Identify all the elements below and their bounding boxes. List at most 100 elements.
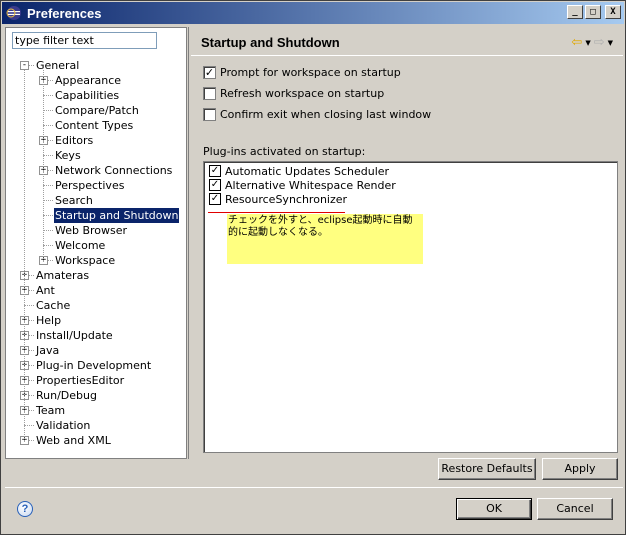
- confirm-exit-checkbox[interactable]: [203, 107, 216, 121]
- tree-item-label: PropertiesEditor: [36, 374, 125, 387]
- annotation-note: チェックを外すと、eclipse起動時に自動的に起動しなくなる。: [227, 214, 423, 264]
- tree-connector: [24, 305, 34, 306]
- tree-item-team[interactable]: + Team: [6, 403, 186, 418]
- prompt-workspace-checkbox[interactable]: ✓: [203, 65, 216, 79]
- tree-item-install-update[interactable]: + Install/Update: [6, 328, 186, 343]
- footer-separator: [5, 487, 623, 488]
- tree-item-plug-in-development[interactable]: + Plug-in Development: [6, 358, 186, 373]
- tree-connector: [43, 245, 53, 246]
- tree-item-editors[interactable]: + Editors: [6, 133, 186, 148]
- tree-item-label: Network Connections: [55, 164, 173, 177]
- plugin-label: ResourceSynchronizer: [225, 192, 348, 206]
- tree-item-amateras[interactable]: + Amateras: [6, 268, 186, 283]
- tree-item-web-browser[interactable]: Web Browser: [6, 223, 186, 238]
- tree-item-run-debug[interactable]: + Run/Debug: [6, 388, 186, 403]
- tree-item-content-types[interactable]: Content Types: [6, 118, 186, 133]
- tree-item-keys[interactable]: Keys: [6, 148, 186, 163]
- chevron-down-icon[interactable]: ▼: [608, 39, 613, 47]
- list-item[interactable]: ✓ ResourceSynchronizer: [209, 192, 347, 206]
- minimize-button[interactable]: _: [567, 5, 583, 19]
- tree-item-appearance[interactable]: + Appearance: [6, 73, 186, 88]
- page-title: Startup and Shutdown: [201, 35, 340, 50]
- confirm-exit-option[interactable]: Confirm exit when closing last window: [203, 106, 431, 122]
- tree-item-label: Editors: [55, 134, 94, 147]
- refresh-workspace-checkbox[interactable]: [203, 86, 216, 100]
- tree-item-label: Compare/Patch: [55, 104, 139, 117]
- close-button[interactable]: X: [605, 5, 621, 19]
- tree-item-label: Team: [36, 404, 66, 417]
- tree-item-search[interactable]: Search: [6, 193, 186, 208]
- apply-button[interactable]: Apply: [542, 458, 618, 480]
- tree-item-cache[interactable]: Cache: [6, 298, 186, 313]
- title-bar[interactable]: Preferences _ □ X: [2, 2, 624, 24]
- tree-item-label: Perspectives: [55, 179, 125, 192]
- filter-input[interactable]: [12, 32, 157, 49]
- plugin-checkbox[interactable]: ✓: [209, 193, 221, 205]
- tree-item-label: General: [36, 59, 80, 72]
- tree-item-startup-and-shutdown[interactable]: Startup and Shutdown: [6, 208, 186, 223]
- window-title: Preferences: [27, 5, 102, 21]
- ok-button[interactable]: OK: [456, 498, 532, 520]
- tree-item-validation[interactable]: Validation: [6, 418, 186, 433]
- prompt-workspace-option[interactable]: ✓ Prompt for workspace on startup: [203, 64, 401, 80]
- preference-page: Startup and Shutdown ⇦ ▼ ⇨ ▼ ✓ Prompt fo…: [191, 27, 623, 480]
- plugin-checkbox[interactable]: ✓: [209, 165, 221, 177]
- tree-item-label: Content Types: [55, 119, 134, 132]
- tree-item-label: Validation: [36, 419, 91, 432]
- tree-connector: [43, 215, 53, 216]
- list-item[interactable]: ✓ Automatic Updates Scheduler: [209, 164, 389, 178]
- refresh-workspace-option[interactable]: Refresh workspace on startup: [203, 85, 384, 101]
- tree-item-workspace[interactable]: + Workspace: [6, 253, 186, 268]
- plugins-label: Plug-ins activated on startup:: [203, 145, 366, 158]
- tree-item-perspectives[interactable]: Perspectives: [6, 178, 186, 193]
- tree-item-label: Search: [55, 194, 93, 207]
- prompt-workspace-label: Prompt for workspace on startup: [220, 65, 401, 79]
- tree-item-label: Keys: [55, 149, 81, 162]
- tree-connector: [43, 125, 53, 126]
- tree-item-label: Plug-in Development: [36, 359, 152, 372]
- plugin-checkbox[interactable]: ✓: [209, 179, 221, 191]
- list-item[interactable]: ✓ Alternative Whitespace Render: [209, 178, 396, 192]
- tree-connector: [43, 230, 53, 231]
- tree-item-label: Startup and Shutdown: [54, 208, 180, 223]
- tree-connector: [24, 70, 25, 441]
- help-icon[interactable]: ?: [17, 501, 33, 517]
- tree-item-label: Ant: [36, 284, 55, 297]
- tree-connector: [43, 70, 44, 261]
- tree-item-label: Web Browser: [55, 224, 128, 237]
- tree-item-label: Amateras: [36, 269, 90, 282]
- tree-item-web-and-xml[interactable]: + Web and XML: [6, 433, 186, 448]
- cancel-button[interactable]: Cancel: [537, 498, 613, 520]
- tree-connector: [43, 155, 53, 156]
- preferences-window: Preferences _ □ X -General+AppearanceCap…: [0, 0, 626, 535]
- restore-defaults-button[interactable]: Restore Defaults: [438, 458, 536, 480]
- tree-connector: [24, 425, 34, 426]
- tree-item-label: Java: [36, 344, 60, 357]
- tree-item-label: Capabilities: [55, 89, 120, 102]
- annotation-underline: [208, 212, 345, 213]
- tree-item-network-connections[interactable]: + Network Connections: [6, 163, 186, 178]
- forward-arrow-icon[interactable]: ⇨: [594, 35, 605, 50]
- tree-item-label: Welcome: [55, 239, 106, 252]
- chevron-down-icon[interactable]: ▼: [585, 39, 590, 47]
- tree-item-propertieseditor[interactable]: + PropertiesEditor: [6, 373, 186, 388]
- tree-connector: [43, 200, 53, 201]
- page-navigation: ⇦ ▼ ⇨ ▼: [568, 35, 613, 50]
- back-arrow-icon[interactable]: ⇦: [571, 35, 582, 50]
- title-separator: [191, 55, 623, 56]
- tree-item-general[interactable]: - General: [6, 58, 186, 73]
- tree-item-label: Cache: [36, 299, 71, 312]
- tree-item-ant[interactable]: + Ant: [6, 283, 186, 298]
- collapse-icon[interactable]: -: [20, 61, 29, 70]
- tree-item-compare-patch[interactable]: Compare/Patch: [6, 103, 186, 118]
- tree-item-java[interactable]: + Java: [6, 343, 186, 358]
- tree-item-welcome[interactable]: Welcome: [6, 238, 186, 253]
- plugin-label: Automatic Updates Scheduler: [225, 164, 390, 178]
- maximize-button[interactable]: □: [585, 5, 601, 19]
- plugins-list: ✓ Automatic Updates Scheduler ✓ Alternat…: [203, 161, 618, 453]
- tree-connector: [43, 185, 53, 186]
- plugin-label: Alternative Whitespace Render: [225, 178, 396, 192]
- tree-item-capabilities[interactable]: Capabilities: [6, 88, 186, 103]
- tree-item-help[interactable]: + Help: [6, 313, 186, 328]
- panel-splitter[interactable]: [188, 27, 189, 459]
